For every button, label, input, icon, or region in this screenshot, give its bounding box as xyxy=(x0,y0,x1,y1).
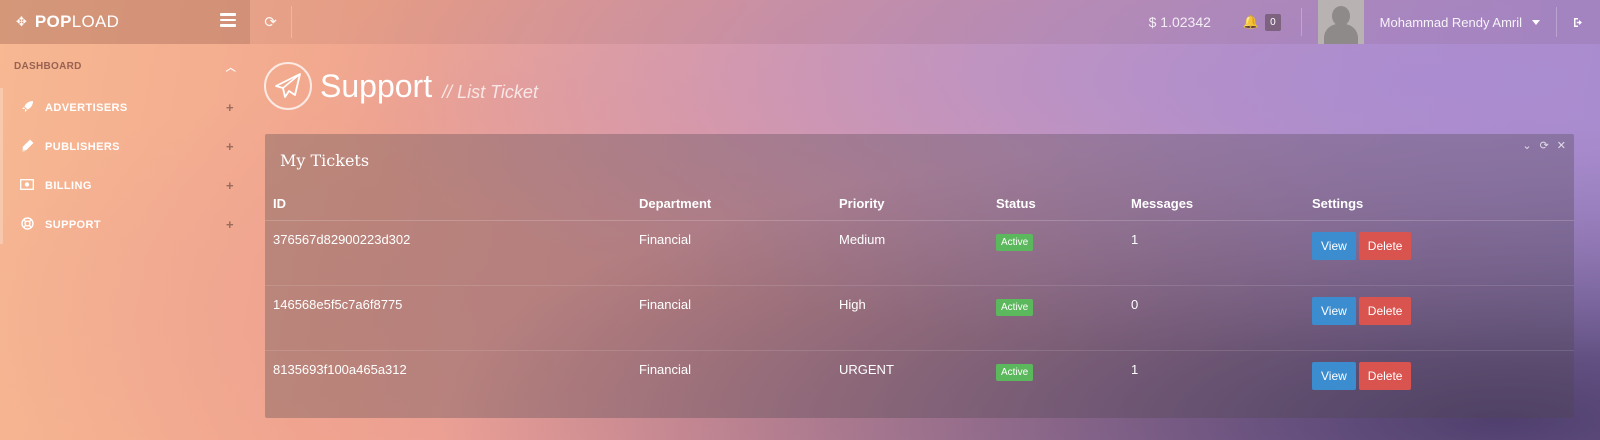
sidebar-item-publishers[interactable]: PUBLISHERS + xyxy=(0,127,250,166)
brand: ✥ POPLOAD xyxy=(0,0,250,44)
lifebuoy-icon xyxy=(19,216,35,233)
status-badge: Active xyxy=(996,298,1034,316)
ticket-priority: Medium xyxy=(831,220,988,286)
status-badge: Active xyxy=(996,363,1034,381)
ticket-id: 8135693f100a465a312 xyxy=(273,361,407,377)
sidebar-item-label: BILLING xyxy=(45,179,92,192)
chevron-up-icon[interactable]: ︿ xyxy=(226,59,236,74)
notification-count-badge: 0 xyxy=(1265,13,1281,31)
ticket-id: 376567d82900223d302 xyxy=(265,220,631,286)
ticket-messages: 1 xyxy=(1131,361,1139,377)
money-icon xyxy=(19,178,35,193)
hamburger-menu-icon[interactable] xyxy=(220,13,236,27)
sidebar-item-advertisers[interactable]: ADVERTISERS + xyxy=(0,88,250,127)
ticket-priority: URGENT xyxy=(839,361,894,377)
panel-tools: ⌄ ⟳ ✕ xyxy=(1522,139,1566,152)
column-header-messages[interactable]: Messages xyxy=(1123,187,1304,221)
ticket-settings: View Delete xyxy=(1304,220,1574,286)
pencil-icon xyxy=(19,139,35,155)
logout-icon[interactable] xyxy=(1556,7,1600,37)
view-button[interactable]: View xyxy=(1312,296,1356,325)
paper-plane-icon xyxy=(264,62,312,110)
ticket-department: Financial xyxy=(639,361,692,377)
delete-button[interactable]: Delete xyxy=(1358,361,1412,390)
sidebar-item-billing[interactable]: BILLING + xyxy=(0,166,250,205)
ticket-department: Financial xyxy=(631,220,831,286)
user-name[interactable]: Mohammad Rendy Amril xyxy=(1380,15,1522,30)
ticket-status: Active xyxy=(988,220,1123,286)
bell-icon: 🔔 xyxy=(1242,14,1260,29)
tickets-table: ID Department Priority Status Messages S… xyxy=(265,187,1574,415)
plus-icon[interactable]: + xyxy=(226,217,234,232)
column-header-department[interactable]: Department xyxy=(631,187,831,221)
refresh-icon[interactable]: ⟳ xyxy=(250,6,292,38)
table-row: 376567d82900223d302 Financial Medium Act… xyxy=(265,220,1574,286)
ticket-status: Active xyxy=(988,285,1123,351)
ticket-id: 146568e5f5c7a6f8775 xyxy=(265,285,631,351)
chevron-down-icon[interactable] xyxy=(1532,19,1540,25)
delete-button[interactable]: Delete xyxy=(1358,296,1412,325)
plus-icon[interactable]: + xyxy=(226,100,234,115)
panel-title: My Tickets xyxy=(280,151,370,170)
balance: $ 1.02342 xyxy=(1148,14,1211,30)
ticket-status: Active xyxy=(988,350,1123,415)
ticket-settings: View Delete xyxy=(1304,350,1574,415)
sidebar: DASHBOARD ︿ ADVERTISERS + PUBLISHERS + B… xyxy=(0,44,250,440)
top-bar: ✥ POPLOAD ⟳ $ 1.02342 🔔 0 Mohammad Rendy… xyxy=(0,0,1600,44)
avatar[interactable] xyxy=(1317,0,1364,44)
column-header-settings: Settings xyxy=(1304,187,1574,221)
sidebar-section-dashboard[interactable]: DASHBOARD ︿ xyxy=(0,44,250,88)
ticket-messages: 1 xyxy=(1123,220,1304,286)
ticket-department: Financial xyxy=(631,285,831,351)
collapse-icon[interactable]: ⌄ xyxy=(1522,139,1531,152)
logo[interactable]: POPLOAD xyxy=(35,12,119,32)
sidebar-item-support[interactable]: SUPPORT + xyxy=(0,205,250,244)
column-header-status[interactable]: Status xyxy=(988,187,1123,221)
logo-icon: ✥ xyxy=(16,14,27,29)
close-icon[interactable]: ✕ xyxy=(1557,139,1566,152)
plus-icon[interactable]: + xyxy=(226,178,234,193)
page-title: Support xyxy=(320,67,433,104)
reload-icon[interactable]: ⟳ xyxy=(1540,139,1549,152)
column-header-id[interactable]: ID xyxy=(265,187,631,221)
tickets-panel: My Tickets ⌄ ⟳ ✕ ID Department Priority … xyxy=(265,134,1574,418)
plus-icon[interactable]: + xyxy=(226,139,234,154)
ticket-priority: High xyxy=(831,285,988,351)
status-badge: Active xyxy=(996,233,1034,251)
view-button[interactable]: View xyxy=(1312,231,1356,260)
view-button[interactable]: View xyxy=(1312,361,1356,390)
sidebar-item-label: PUBLISHERS xyxy=(45,140,120,153)
sidebar-item-label: SUPPORT xyxy=(45,218,101,231)
rocket-icon xyxy=(19,100,35,116)
delete-button[interactable]: Delete xyxy=(1358,231,1412,260)
sidebar-item-label: ADVERTISERS xyxy=(45,101,128,114)
column-header-priority[interactable]: Priority xyxy=(831,187,988,221)
table-row: 146568e5f5c7a6f8775 Financial High Activ… xyxy=(265,285,1574,351)
section-label: DASHBOARD xyxy=(14,60,82,72)
page-header: Support // List Ticket xyxy=(264,62,538,110)
page-subtitle: // List Ticket xyxy=(442,81,538,102)
ticket-messages: 0 xyxy=(1123,285,1304,351)
ticket-settings: View Delete xyxy=(1304,285,1574,351)
table-row: 8135693f100a465a312 Financial URGENT Act… xyxy=(265,350,1574,415)
divider xyxy=(1300,8,1302,36)
table-header-row: ID Department Priority Status Messages S… xyxy=(265,187,1574,221)
notifications-button[interactable]: 🔔 0 xyxy=(1242,13,1281,31)
